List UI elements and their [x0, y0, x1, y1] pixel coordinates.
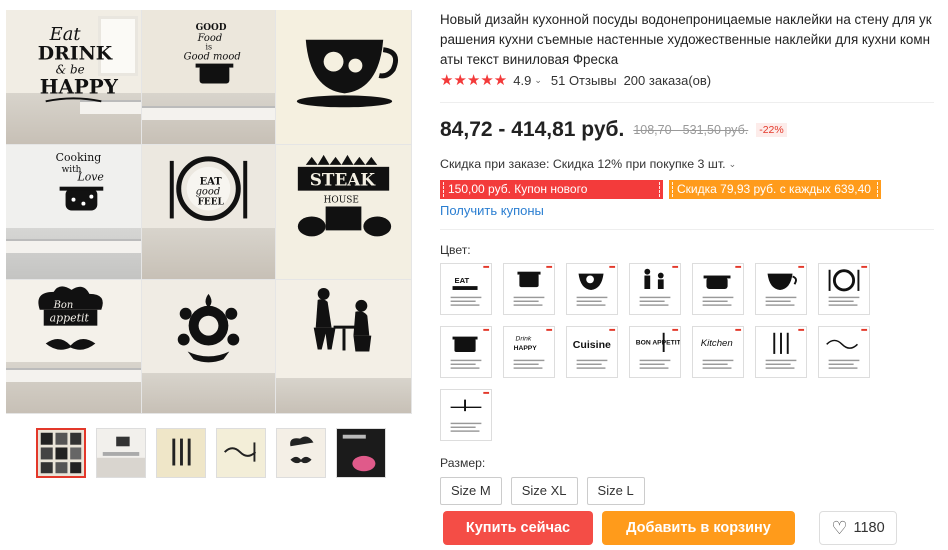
gallery-tile-teacup [276, 10, 412, 145]
rating-row: ★★★★★ 4.9 ⌄ 51 Отзывы 200 заказа(ов) [440, 71, 711, 89]
color-swatch-bon-appetit[interactable]: BON APPETIT [629, 326, 682, 378]
svg-text:FEEL: FEEL [198, 198, 225, 208]
gallery-tile-steak-house: STEAK HOUSE [276, 145, 412, 280]
size-label: Размер: [440, 456, 486, 470]
thumbnail-3[interactable] [156, 428, 206, 478]
product-title: Новый дизайн кухонной посуды водонепрони… [440, 10, 935, 70]
reviews-link[interactable]: 51 Отзывы [551, 73, 617, 88]
sticker-eat-drink: Eat DRINK & be HAPPY [38, 24, 119, 103]
color-swatch-plate-fork-knife[interactable] [818, 263, 870, 315]
color-swatch-couple-cafe[interactable] [629, 263, 681, 315]
svg-text:good: good [196, 187, 221, 198]
size-option-xl[interactable]: Size XL [510, 477, 578, 505]
sticker-steak-house: STEAK HOUSE [297, 154, 392, 237]
old-price: 108,70 - 531,50 руб. [633, 123, 749, 137]
new-user-coupon[interactable]: 150,00 руб. Купон нового пользователя [440, 180, 663, 215]
color-swatches: EAT Drink HAPPY Cuisine BON APPETIT Kitchen [440, 263, 880, 441]
color-swatch-kitchen-script[interactable]: Kitchen [692, 326, 744, 378]
action-buttons: Купить сейчас Добавить в корзину ♡ 1180 [443, 511, 897, 545]
svg-text:Love: Love [76, 171, 103, 184]
sticker-couple [313, 287, 372, 352]
star-rating-icon: ★★★★★ [440, 72, 508, 89]
wishlist-button[interactable]: ♡ 1180 [819, 511, 897, 545]
orders-count: 200 заказа(ов) [623, 72, 712, 88]
discount-badge: -22% [756, 123, 787, 137]
svg-text:GOOD: GOOD [196, 23, 227, 33]
bulk-discount[interactable]: Скидка при заказе: Скидка 12% при покупк… [440, 157, 736, 171]
svg-text:Eat: Eat [49, 24, 82, 45]
color-swatch-fork-spoon-knife[interactable] [755, 326, 807, 378]
color-swatch-teacup-heart[interactable] [755, 263, 807, 315]
svg-text:HOUSE: HOUSE [324, 196, 359, 206]
rating-value[interactable]: 4.9 [513, 73, 531, 88]
buy-now-button[interactable]: Купить сейчас [443, 511, 593, 545]
color-label: Цвет: [440, 243, 471, 257]
color-swatch-teacup-flowers[interactable] [566, 263, 618, 315]
product-title-line: аты текст виниловая Фреска [440, 52, 619, 67]
sticker-cooking-love: Cooking with Love [56, 151, 104, 211]
gallery-tile-ornament [142, 280, 276, 414]
gallery-tile-couple [276, 280, 412, 414]
color-swatch-fork-knife-line[interactable] [440, 389, 492, 441]
svg-text:is: is [206, 43, 213, 52]
svg-text:Cooking: Cooking [56, 151, 102, 164]
svg-text:appetit: appetit [50, 312, 90, 325]
svg-text:Kitchen: Kitchen [701, 338, 733, 349]
wishlist-count: 1180 [853, 520, 885, 536]
size-options: Size M Size XL Size L [440, 477, 645, 505]
svg-text:Drink: Drink [516, 335, 532, 342]
main-product-image[interactable]: Eat DRINK & be HAPPY GOOD Food is Good m… [6, 10, 412, 414]
thumbnail-6[interactable] [336, 428, 386, 478]
color-swatch-eat-drink-be-happy[interactable]: EAT [440, 263, 492, 315]
color-swatch-cuisine[interactable]: Cuisine [566, 326, 618, 378]
svg-text:BON APPETIT: BON APPETIT [636, 339, 680, 346]
gallery-tile-bon-appetit: Bon appetit [6, 280, 142, 414]
divider [440, 229, 934, 230]
coupon-row: 150,00 руб. Купон нового пользователя Ск… [440, 180, 881, 215]
thumbnail-5[interactable] [276, 428, 326, 478]
divider [440, 102, 934, 103]
gallery-tile-cooking-love: Cooking with Love [6, 145, 142, 280]
product-title-line: Новый дизайн кухонной посуды водонепрони… [440, 12, 932, 27]
svg-text:EAT: EAT [454, 276, 469, 285]
svg-text:HAPPY: HAPPY [514, 345, 538, 352]
color-swatch-bon-appetit-script[interactable] [818, 326, 870, 378]
color-swatch-cooking-with-love[interactable] [692, 263, 744, 315]
svg-text:STEAK: STEAK [310, 170, 377, 190]
thumbnail-4[interactable] [216, 428, 266, 478]
gallery-tile-eat-good: EAT good FEEL [142, 145, 276, 280]
thumbnail-2[interactable] [96, 428, 146, 478]
add-to-cart-button[interactable]: Добавить в корзину [602, 511, 795, 545]
svg-text:Bon: Bon [53, 300, 74, 311]
sticker-good-food: GOOD Food is Good mood [184, 23, 241, 84]
sticker-eat-good: EAT good FEEL [169, 156, 248, 221]
bulk-discount-text: Скидка при заказе: Скидка 12% при покупк… [440, 157, 726, 171]
thumbnail-1[interactable] [36, 428, 86, 478]
svg-text:Good mood: Good mood [184, 52, 241, 63]
thumbnail-strip [36, 428, 386, 478]
gallery-tile-good-food: GOOD Food is Good mood [142, 10, 276, 145]
chevron-down-icon[interactable]: ⌄ [729, 159, 737, 170]
chevron-down-icon[interactable]: ⌄ [534, 75, 542, 86]
size-option-m[interactable]: Size M [440, 477, 502, 505]
gallery-tile-eat-drink: Eat DRINK & be HAPPY [6, 10, 142, 145]
svg-text:HAPPY: HAPPY [40, 74, 119, 98]
sticker-ornament [177, 293, 240, 363]
product-title-line: рашения кухни съемные настенные художест… [440, 32, 930, 47]
price-row: 84,72 - 414,81 руб. 108,70 - 531,50 руб.… [440, 118, 787, 142]
size-option-l[interactable]: Size L [586, 477, 645, 505]
sticker-teacup [296, 39, 398, 108]
sticker-bon-appetit: Bon appetit [38, 286, 103, 350]
svg-text:DRINK: DRINK [38, 43, 113, 65]
color-swatch-good-food-pot[interactable] [440, 326, 492, 378]
store-coupon[interactable]: Скидка 79,93 руб. с каждых 639,40 руб. [669, 180, 881, 215]
get-coupons-link[interactable]: Получить купоны [440, 203, 544, 218]
color-swatch-good-food-good-mood[interactable] [503, 263, 555, 315]
svg-text:Cuisine: Cuisine [573, 339, 611, 351]
heart-icon: ♡ [831, 518, 848, 538]
current-price: 84,72 - 414,81 руб. [440, 118, 625, 141]
color-swatch-eat-drink-happy-2[interactable]: Drink HAPPY [503, 326, 555, 378]
